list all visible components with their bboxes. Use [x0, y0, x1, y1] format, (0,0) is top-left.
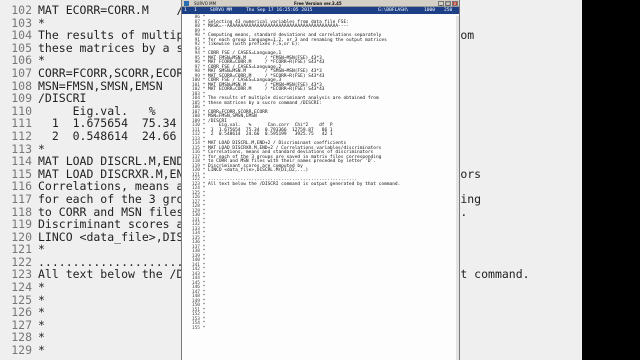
line-text[interactable]: LINCO <data_file>,DISCRL.M(D1,D2,...)	[208, 168, 308, 173]
edit-line[interactable]: 155 *	[182, 325, 459, 332]
background-line-number: 104	[11, 28, 32, 43]
background-line-number: 129	[11, 343, 32, 358]
minimize-button[interactable]: _	[438, 1, 444, 6]
line-text[interactable]: MAT ECORR=CORR.M / *ECORR~R(FSE) S43*43	[208, 87, 325, 92]
background-line-number: 102	[11, 3, 32, 17]
background-line-number: 117	[11, 191, 32, 206]
right-black-bar	[582, 0, 640, 360]
background-line-number: 124	[11, 280, 32, 295]
title-bar: SURVO MM Free Version ver.3.45 _ □ ×	[182, 0, 459, 7]
edit-field[interactable]: 86 * 87 * Selecting 43 numerical variables f…	[182, 15, 459, 332]
line-number: 155	[191, 325, 200, 331]
line-text[interactable]: MASK=--AAAAAAAAAAAAAAAAAAAAAAAAAAAAAAAAA…	[208, 24, 349, 29]
status-app-name: SURVO MM	[210, 8, 233, 13]
line-text[interactable]: these matrices by a sucro command /DISCR…	[208, 101, 322, 106]
status-bar: 1 1 SURVO MM Thu Sep 17 16:25:05 2015 G:…	[182, 7, 459, 14]
background-line-number: 112	[11, 128, 32, 143]
background-line-number: 109	[11, 91, 32, 106]
line-text[interactable]: All text below the /DISCRI command is ou…	[208, 182, 400, 187]
status-column-number: 1	[194, 8, 197, 13]
status-size-1: 1000	[424, 8, 436, 13]
status-datetime: Thu Sep 17 16:25:05 2015	[246, 8, 313, 13]
background-line-text: *	[38, 343, 45, 358]
vertical-scrollbar[interactable]	[456, 16, 459, 360]
window-version-title: Free Version ver.3.45	[294, 1, 342, 6]
close-button[interactable]: ×	[452, 1, 458, 6]
background-line-number: 107	[11, 65, 32, 80]
control-column: *	[202, 325, 206, 331]
background-line-number: 119	[11, 217, 32, 232]
app-icon	[184, 1, 189, 6]
window-title: SURVO MM	[194, 1, 217, 6]
status-line-number: 1	[184, 8, 187, 13]
background-line-number: 114	[11, 154, 32, 169]
status-path: G:\BBFLASH\	[378, 8, 409, 13]
background-line-number: 121	[11, 242, 32, 257]
line-text[interactable]: 2 0.548614 24.66 0.595199 3925.75 42 1	[208, 132, 333, 137]
survo-editor-window: SURVO MM Free Version ver.3.45 _ □ × 1 1…	[181, 0, 460, 360]
maximize-button[interactable]: □	[445, 1, 451, 6]
background-line-number: 126	[11, 305, 32, 320]
status-size-2: 250	[444, 8, 453, 13]
line-text[interactable]: likewise (with prefixes F,S,or E):	[208, 42, 300, 47]
